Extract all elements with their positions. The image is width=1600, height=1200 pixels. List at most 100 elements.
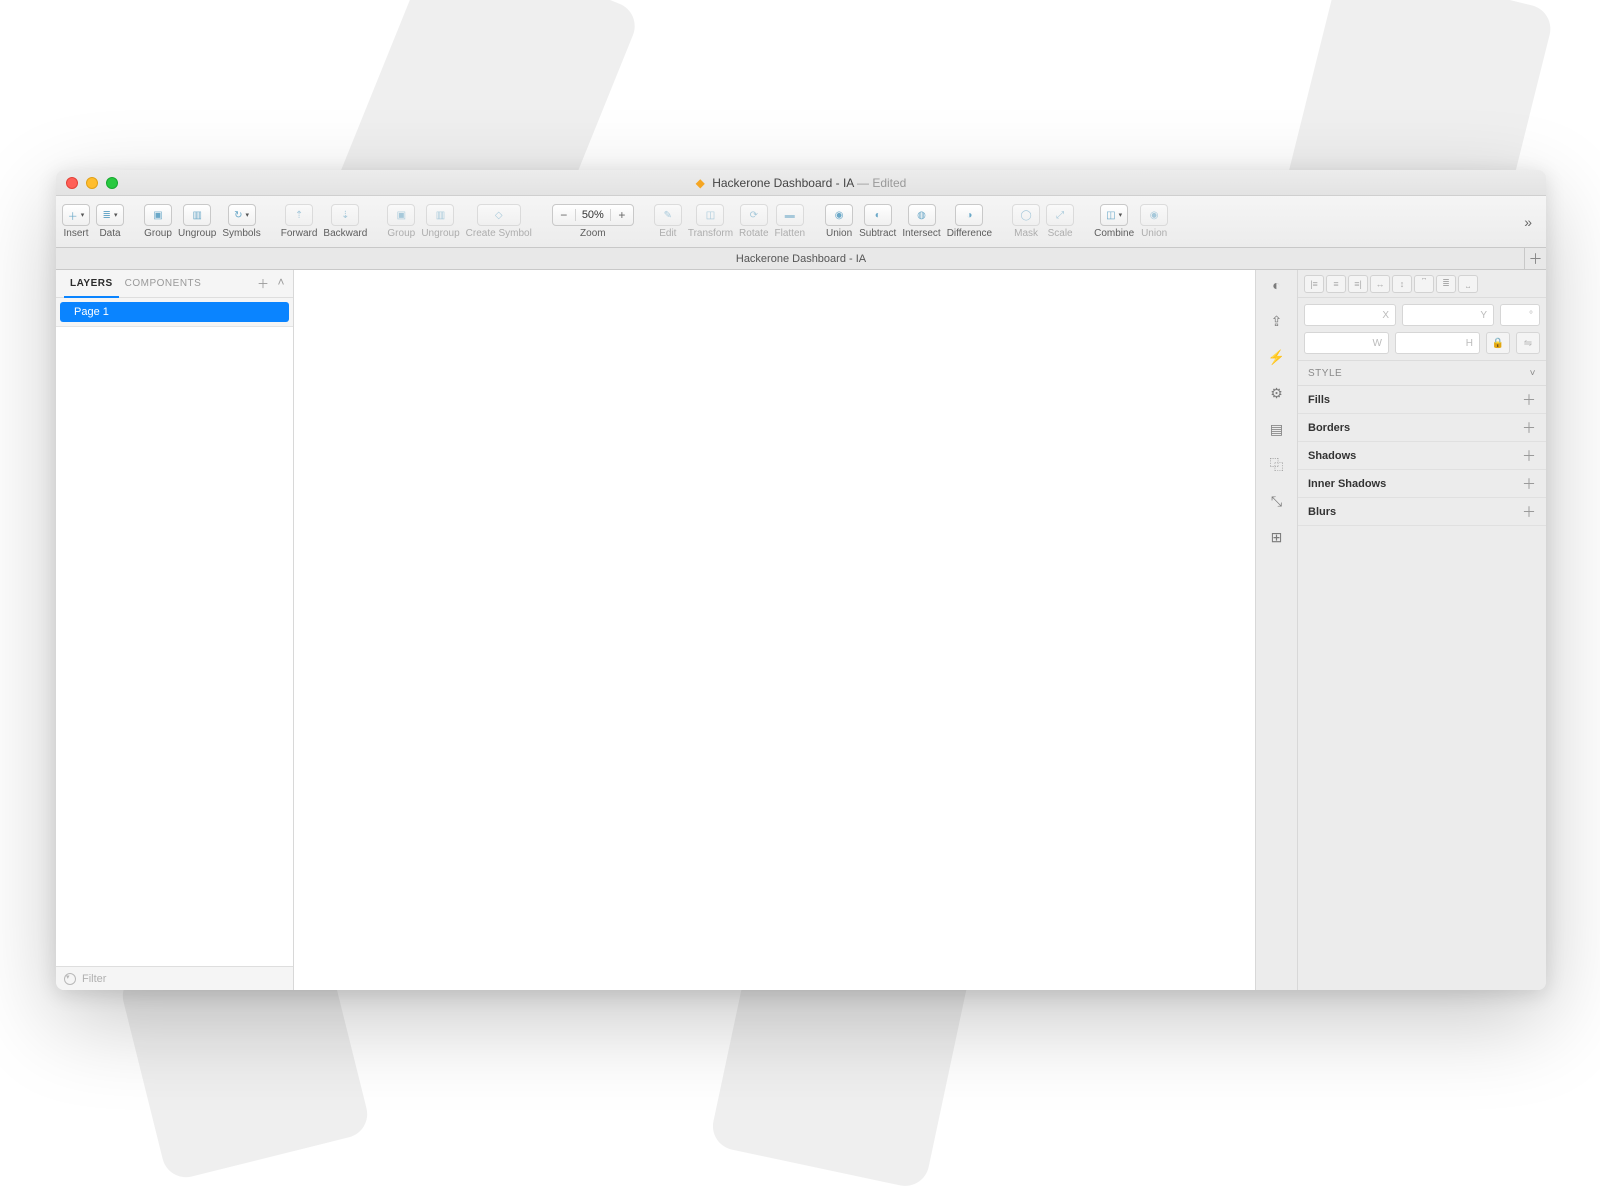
ungroup-button[interactable]: ▥ [183,204,211,226]
scale-button[interactable]: ⤢ [1046,204,1074,226]
combine-icon: ◫ [1106,210,1115,221]
collapse-pages-button[interactable]: ˄ [277,275,285,292]
distribute-v-button[interactable]: ↕ [1392,275,1412,293]
window-title: ◆ Hackerone Dashboard - IA — Edited [56,176,1546,190]
export-icon[interactable]: ⇪ [1266,310,1288,332]
toolbar-label: Symbols [222,228,260,239]
toolbar-label: Scale [1048,228,1073,239]
position-row: X Y ° [1298,298,1546,332]
align-bottom-button[interactable]: ⎵ [1458,275,1478,293]
flatten-button[interactable]: ▬ [776,204,804,226]
forward-button[interactable]: ⇡ [285,204,313,226]
align-vcenter-button[interactable]: ≣ [1436,275,1456,293]
add-page-button[interactable]: ＋ [257,275,270,292]
titlebar: ◆ Hackerone Dashboard - IA — Edited [56,170,1546,196]
bolt-icon[interactable]: ⚡ [1266,346,1288,368]
group-button[interactable]: ▣ [144,204,172,226]
angle-input[interactable]: ° [1500,304,1540,326]
insert-button[interactable]: ＋▾ [62,204,90,226]
add-border-button[interactable]: ＋ [1522,418,1536,438]
toolbar-label: Group [387,228,415,239]
chevron-down-icon: ˅ [1530,368,1536,379]
intersect-button[interactable]: ◍ [908,204,936,226]
page-item[interactable]: Page 1 [60,302,289,322]
zoom-in-button[interactable]: + [611,208,633,222]
tab-components[interactable]: COMPONENTS [119,270,208,297]
inspector-panel: |≡ ≡ ≡| ↔ ↕ ⎴ ≣ ⎵ X Y ° W H 🔒 ⇋ [1298,270,1546,990]
arrow-diag-icon[interactable]: ⤡ [1266,490,1288,512]
flip-button[interactable]: ⇋ [1516,332,1540,354]
toolbar-label: Ungroup [421,228,459,239]
union-button[interactable]: ◉ [825,204,853,226]
symbols-button[interactable]: ↻▾ [228,204,256,226]
toolbar-label: Flatten [775,228,806,239]
add-tab-button[interactable]: ＋ [1524,248,1546,270]
backward-button[interactable]: ⇣ [331,204,359,226]
rotate-button[interactable]: ⟳ [740,204,768,226]
fills-section[interactable]: Fills＋ [1298,386,1546,414]
app-window: ◆ Hackerone Dashboard - IA — Edited ＋▾ I… [56,170,1546,990]
create-symbol-button[interactable]: ◇ [477,204,521,226]
image-plus-icon[interactable]: ⊞ [1266,526,1288,548]
blurs-section[interactable]: Blurs＋ [1298,498,1546,526]
filter-icon [64,973,76,985]
add-inner-shadow-button[interactable]: ＋ [1522,474,1536,494]
edited-indicator: — Edited [857,176,906,190]
tab-layers[interactable]: LAYERS [64,271,119,298]
document-tab-bar: Hackerone Dashboard - IA ＋ [56,248,1546,270]
toolbar-label: Combine [1094,228,1134,239]
subtract-button[interactable]: ◐ [864,204,892,226]
filter-input[interactable]: Filter [82,973,106,985]
x-input[interactable]: X [1304,304,1396,326]
align-left-button[interactable]: |≡ [1304,275,1324,293]
difference-button[interactable]: ◑ [955,204,983,226]
toolbar-label: Intersect [902,228,940,239]
union2-button[interactable]: ◉ [1140,204,1168,226]
add-blur-button[interactable]: ＋ [1522,502,1536,522]
edit-button[interactable]: ✎ [654,204,682,226]
h-input[interactable]: H [1395,332,1480,354]
align-right-button[interactable]: ≡| [1348,275,1368,293]
align-top-button[interactable]: ⎴ [1414,275,1434,293]
borders-section[interactable]: Borders＋ [1298,414,1546,442]
toolbar-overflow-button[interactable]: » [1516,214,1540,230]
craft-plugin-icon[interactable]: ◐ [1266,274,1288,296]
transform-button[interactable]: ◫ [696,204,724,226]
lock-aspect-button[interactable]: 🔒 [1486,332,1510,354]
inner-shadows-section[interactable]: Inner Shadows＋ [1298,470,1546,498]
flatten-icon: ▬ [785,210,795,221]
style-header[interactable]: STYLE ˅ [1298,360,1546,386]
toolbar-label: Difference [947,228,992,239]
gear-icon[interactable]: ⚙ [1266,382,1288,404]
left-panel: LAYERS COMPONENTS ＋ ˄ Page 1 Filter [56,270,294,990]
combine-button[interactable]: ◫▾ [1100,204,1128,226]
sketch-doc-icon: ◆ [696,176,705,190]
layout-icon[interactable]: ▤ [1266,418,1288,440]
duplicate-icon[interactable]: ⿻ [1266,454,1288,476]
union-icon: ◉ [1150,210,1159,221]
y-input[interactable]: Y [1402,304,1494,326]
group2-button[interactable]: ▣ [387,204,415,226]
ungroup2-button[interactable]: ▥ [426,204,454,226]
zoom-out-button[interactable]: − [553,208,575,222]
distribute-h-button[interactable]: ↔ [1370,275,1390,293]
toolbar-label: Forward [281,228,318,239]
w-input[interactable]: W [1304,332,1389,354]
canvas[interactable] [294,270,1256,990]
data-button[interactable]: ≣▾ [96,204,124,226]
add-shadow-button[interactable]: ＋ [1522,446,1536,466]
alignment-row: |≡ ≡ ≡| ↔ ↕ ⎴ ≣ ⎵ [1298,270,1546,298]
mask-button[interactable]: ◯ [1012,204,1040,226]
toolbar-label: Union [826,228,852,239]
align-hcenter-button[interactable]: ≡ [1326,275,1346,293]
toolbar-label: Mask [1014,228,1038,239]
toolbar-label: Ungroup [178,228,216,239]
add-fill-button[interactable]: ＋ [1522,390,1536,410]
group-icon: ▣ [397,210,406,221]
shadows-section[interactable]: Shadows＋ [1298,442,1546,470]
symbols-icon: ↻ [234,210,242,221]
toolbar-label: Insert [63,228,88,239]
document-tab[interactable]: Hackerone Dashboard - IA [736,253,866,265]
zoom-value[interactable]: 50% [575,209,611,221]
group-icon: ▣ [153,210,162,221]
